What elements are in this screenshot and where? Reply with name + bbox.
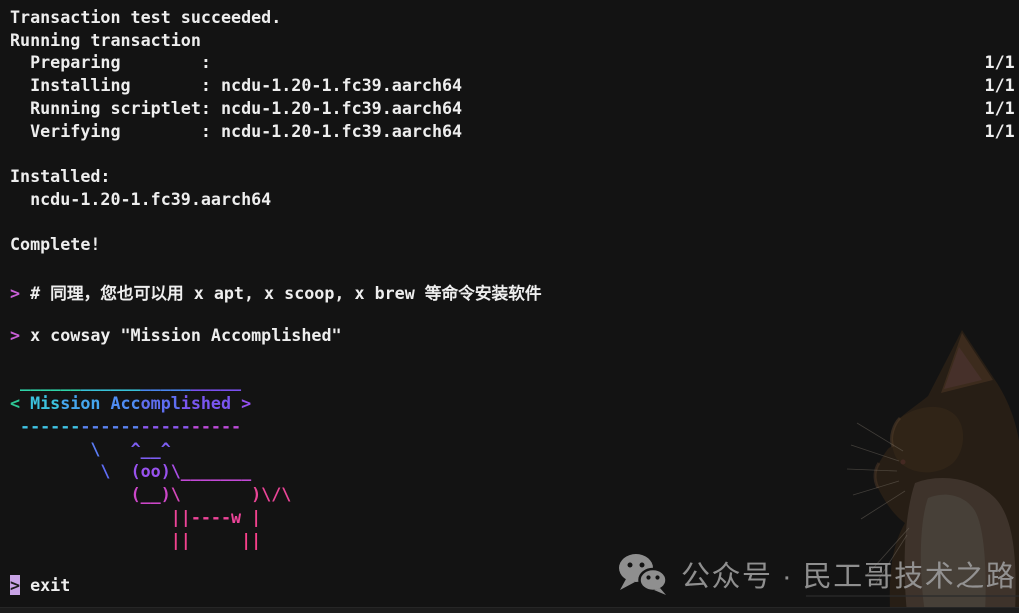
terminal-line: < Mission Accomplished > — [10, 393, 1019, 416]
terminal-line: Verifying : ncdu-1.20-1.fc39.aarch64 1/1 — [10, 121, 1019, 144]
terminal-line: \ ^__^ — [10, 439, 1019, 462]
bottom-bar — [0, 607, 1019, 613]
terminal-line: Installed: — [10, 166, 1019, 189]
terminal-line — [10, 143, 1019, 166]
terminal-line: Complete! — [10, 234, 1019, 257]
terminal-line: Installing : ncdu-1.20-1.fc39.aarch64 1/… — [10, 75, 1019, 98]
terminal-line — [10, 348, 1019, 371]
terminal-line: ||----w | — [10, 507, 1019, 530]
watermark-text: 公众号 · 民工哥技术之路 — [681, 553, 1016, 595]
terminal-line: > x cowsay "Mission Accomplished" — [10, 325, 1019, 348]
watermark: 公众号 · 民工哥技术之路 — [617, 551, 1016, 597]
terminal-line: (__)\ )\/\ — [10, 484, 1019, 507]
terminal-screen: Transaction test succeeded.Running trans… — [0, 0, 1019, 613]
terminal-output[interactable]: Transaction test succeeded.Running trans… — [10, 7, 1019, 598]
terminal-line: Transaction test succeeded. — [10, 7, 1019, 30]
terminal-line: ______________________ — [10, 371, 1019, 394]
terminal-line: || || — [10, 530, 1019, 553]
terminal-line: ---------------------- — [10, 416, 1019, 439]
terminal-line — [10, 257, 1019, 280]
terminal-cursor: > — [10, 575, 20, 595]
terminal-line: ncdu-1.20-1.fc39.aarch64 — [10, 189, 1019, 212]
terminal-line: > # 同理，您也可以用 x apt, x scoop, x brew 等命令安… — [10, 280, 1019, 303]
terminal-line: Running transaction — [10, 30, 1019, 53]
terminal-line: Preparing : 1/1 — [10, 52, 1019, 75]
terminal-line — [10, 211, 1019, 234]
terminal-line — [10, 302, 1019, 325]
terminal-line: \ (oo)\_______ — [10, 461, 1019, 484]
wechat-icon — [617, 552, 668, 596]
terminal-line: Running scriptlet: ncdu-1.20-1.fc39.aarc… — [10, 98, 1019, 121]
